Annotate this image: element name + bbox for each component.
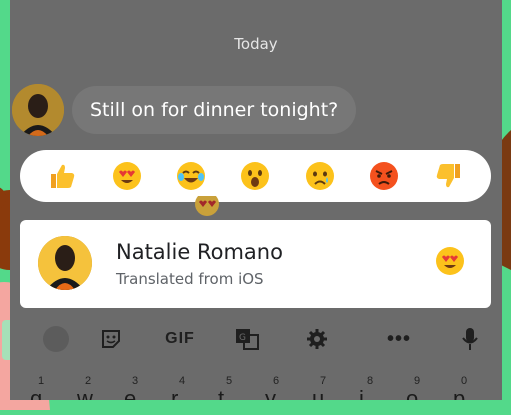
date-separator: Today [234, 35, 278, 53]
heart-eyes-reaction[interactable] [110, 159, 144, 193]
key-i[interactable]: 8i [355, 370, 385, 400]
crying-reaction[interactable] [303, 159, 337, 193]
translate-button[interactable]: G [234, 315, 260, 363]
key-q[interactable]: 1q [26, 370, 56, 400]
keyboard-menu-button[interactable] [40, 315, 72, 363]
keyboard-toolbar: GIF G ••• [10, 315, 502, 363]
key-e[interactable]: 3e [120, 370, 150, 400]
svg-text:G: G [239, 333, 246, 343]
more-icon: ••• [386, 327, 411, 350]
crying-icon [305, 162, 334, 190]
reactor-subtitle: Translated from iOS [116, 270, 264, 288]
surprised-reaction[interactable] [238, 159, 272, 193]
chevron-icon [43, 326, 69, 352]
laughing-reaction[interactable] [174, 159, 208, 193]
thumbs-up-icon [51, 164, 75, 188]
gif-button[interactable]: GIF [160, 315, 200, 363]
key-y[interactable]: 6y [261, 370, 291, 400]
sticker-icon [102, 330, 120, 348]
key-p[interactable]: 0p [449, 370, 479, 400]
voice-input-button[interactable] [458, 315, 482, 363]
sender-avatar[interactable] [12, 84, 64, 136]
message-bubble[interactable]: Still on for dinner tonight? [72, 86, 357, 134]
reaction-detail-card[interactable]: Natalie Romano Translated from iOS [20, 220, 491, 308]
laughing-icon [177, 162, 206, 190]
heart-eyes-icon [195, 192, 219, 216]
mic-icon [462, 328, 478, 350]
key-w[interactable]: 2w [73, 370, 103, 400]
reaction-picker [20, 150, 491, 202]
gif-label: GIF [165, 330, 195, 347]
heart-eyes-icon [435, 246, 465, 281]
sticker-button[interactable] [98, 315, 124, 363]
reactor-avatar [38, 236, 92, 290]
key-o[interactable]: 9o [402, 370, 432, 400]
chat-screen: Today Still on for dinner tonight? Natal… [10, 0, 502, 400]
key-u[interactable]: 7u [308, 370, 338, 400]
reactor-name: Natalie Romano [116, 240, 283, 264]
gear-icon [307, 329, 327, 349]
message-text: Still on for dinner tonight? [90, 99, 339, 121]
thumbs-down-reaction[interactable] [432, 159, 466, 193]
surprised-icon [241, 162, 270, 190]
thumbs-down-icon [436, 164, 460, 188]
more-button[interactable]: ••• [384, 315, 414, 363]
angry-reaction[interactable] [367, 159, 401, 193]
translate-icon: G [236, 329, 259, 350]
keyboard-top-row: 1q 2w 3e 4r 5t 6y 7u 8i 9o 0p [10, 370, 502, 400]
key-r[interactable]: 4r [167, 370, 197, 400]
heart-eyes-icon [112, 162, 141, 190]
thumbs-up-reaction[interactable] [45, 159, 79, 193]
key-t[interactable]: 5t [214, 370, 244, 400]
angry-icon [370, 162, 399, 190]
settings-button[interactable] [304, 315, 330, 363]
reaction-badge [194, 192, 220, 218]
